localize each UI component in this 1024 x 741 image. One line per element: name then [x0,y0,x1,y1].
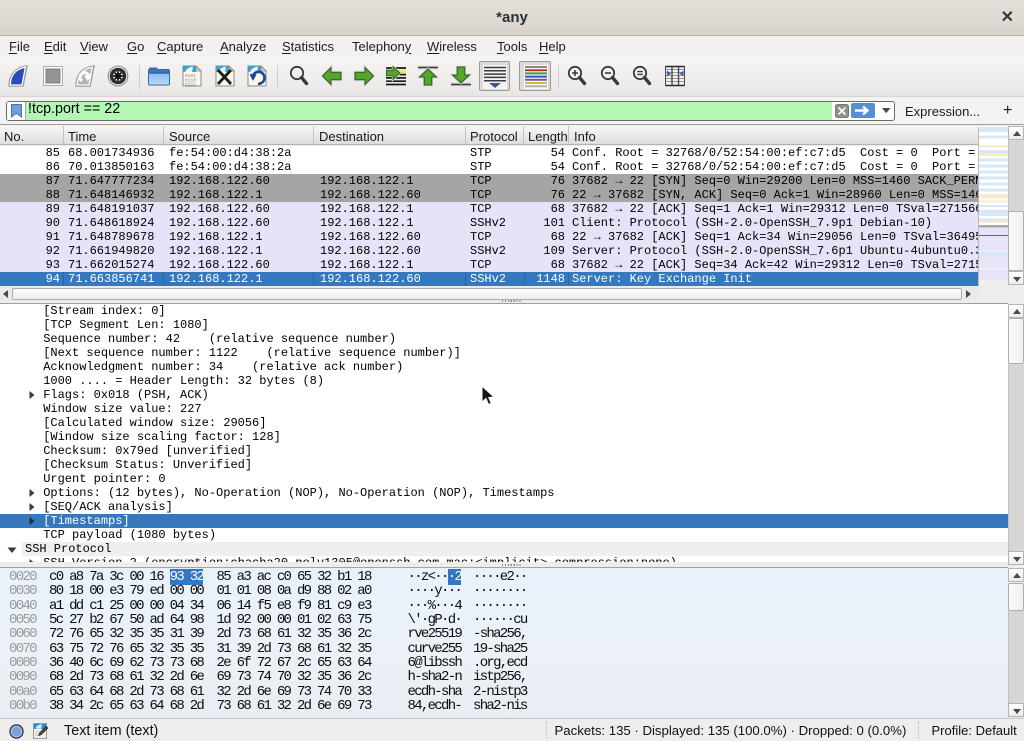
svg-text:0111: 0111 [185,82,196,88]
